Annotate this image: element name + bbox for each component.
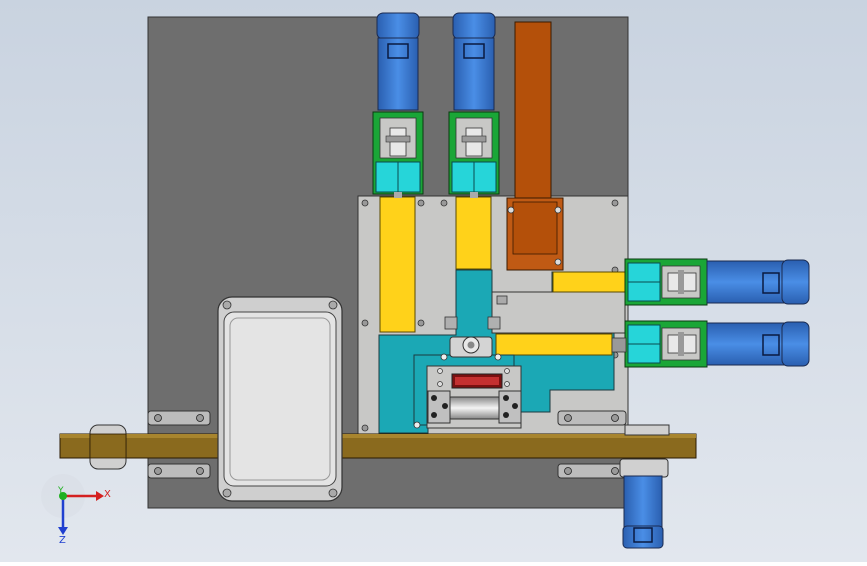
z-axis-label: Z — [59, 535, 66, 546]
vertical-motor-left[interactable] — [372, 12, 424, 198]
right-pulley — [624, 424, 670, 436]
horizontal-motor-lower[interactable] — [611, 320, 810, 368]
yellow-vertical-slide-left[interactable] — [379, 196, 416, 333]
yellow-vertical-slide-right[interactable] — [455, 196, 492, 270]
y-axis-label: Y — [57, 486, 64, 496]
vertical-motor-right[interactable] — [448, 12, 500, 198]
yellow-horizontal-slide-upper[interactable] — [552, 271, 626, 293]
yellow-horizontal-slide-lower[interactable] — [495, 333, 613, 356]
bottom-motor[interactable] — [619, 458, 669, 549]
x-axis-label: X — [104, 489, 111, 500]
assembly-drawing: X Y Z — [0, 0, 867, 562]
cad-viewport[interactable]: X Y Z — [0, 0, 867, 562]
cross-plate-tab — [496, 295, 508, 305]
guard-cover[interactable] — [217, 296, 343, 502]
cylinder-roller — [446, 396, 503, 420]
horizontal-motor-upper[interactable] — [624, 258, 810, 306]
cross-plate — [491, 291, 626, 334]
